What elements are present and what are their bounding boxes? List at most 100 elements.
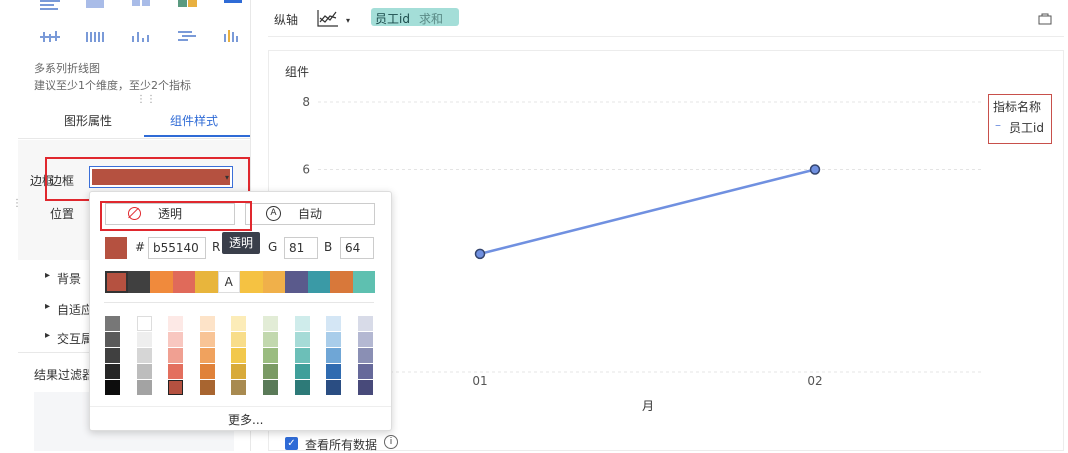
theme-color-swatch[interactable] bbox=[285, 271, 308, 293]
shade-color-swatch[interactable] bbox=[357, 348, 373, 363]
tree-item-adaptive[interactable]: 自适应 bbox=[45, 301, 93, 318]
shade-color-swatch[interactable] bbox=[294, 348, 310, 363]
info-icon[interactable]: i bbox=[384, 435, 398, 449]
active-tab-indicator bbox=[144, 135, 250, 137]
more-colors-link[interactable]: 更多... bbox=[228, 411, 263, 428]
chart-type-multi-bar-icon[interactable] bbox=[224, 30, 244, 44]
chart-type-number-icon[interactable] bbox=[224, 0, 244, 14]
shade-color-swatch[interactable] bbox=[136, 316, 152, 331]
shade-color-swatch[interactable] bbox=[231, 364, 247, 379]
auto-label: 自动 bbox=[297, 207, 322, 221]
shade-color-swatch[interactable] bbox=[231, 316, 247, 331]
shade-color-swatch[interactable] bbox=[294, 364, 310, 379]
tree-item-background[interactable]: 背景 bbox=[45, 270, 81, 287]
shade-color-swatch[interactable] bbox=[199, 380, 215, 395]
shade-color-swatch[interactable] bbox=[136, 348, 152, 363]
auto-icon: A bbox=[266, 206, 281, 221]
show-all-data-label: 查看所有数据 bbox=[305, 438, 378, 452]
hex-input[interactable]: b55140 bbox=[148, 237, 206, 259]
auto-button[interactable]: A 自动 bbox=[245, 203, 375, 225]
drag-handle-icon[interactable]: ⋮⋮ bbox=[136, 94, 156, 105]
chart-type-stacked-icon[interactable] bbox=[86, 0, 106, 14]
theme-color-swatch[interactable] bbox=[262, 271, 285, 293]
shade-color-swatch[interactable] bbox=[136, 332, 152, 347]
shade-color-swatch[interactable] bbox=[105, 316, 120, 331]
shade-color-swatch[interactable] bbox=[326, 380, 342, 395]
theme-color-swatch[interactable] bbox=[172, 271, 195, 293]
tab-graphic-properties[interactable]: 图形属性 bbox=[64, 112, 112, 129]
legend-series-name: 员工id bbox=[1009, 121, 1044, 135]
shade-color-swatch[interactable] bbox=[105, 364, 120, 379]
theme-color-swatch[interactable] bbox=[307, 271, 330, 293]
shade-color-swatch[interactable] bbox=[326, 316, 342, 331]
theme-color-swatch[interactable] bbox=[330, 271, 353, 293]
shade-color-swatch[interactable] bbox=[263, 332, 278, 347]
g-input[interactable]: 81 bbox=[284, 237, 318, 259]
chart-type-bar-icon[interactable] bbox=[40, 0, 60, 14]
shade-color-swatch[interactable] bbox=[357, 316, 373, 331]
theme-color-swatch[interactable] bbox=[352, 271, 375, 293]
shade-color-swatch[interactable] bbox=[199, 316, 215, 331]
style-tabs: 图形属性 组件样式 bbox=[18, 108, 250, 139]
shade-color-swatch[interactable] bbox=[199, 332, 215, 347]
shade-color-swatch[interactable] bbox=[168, 364, 184, 379]
shade-color-swatch[interactable] bbox=[231, 348, 247, 363]
theme-color-swatch[interactable] bbox=[105, 271, 128, 293]
transparent-tooltip: 透明 bbox=[222, 232, 260, 254]
panel-resize-handle-icon[interactable]: ⋮ bbox=[12, 198, 22, 209]
shade-color-swatch[interactable] bbox=[105, 348, 120, 363]
theme-color-swatch[interactable] bbox=[195, 271, 218, 293]
field-pill-employee-id[interactable]: 员工id 求和 bbox=[371, 8, 459, 26]
shade-color-swatch[interactable] bbox=[168, 332, 184, 347]
shade-color-swatch[interactable] bbox=[168, 348, 184, 363]
r-label: R bbox=[212, 240, 221, 254]
shade-color-swatch[interactable] bbox=[326, 364, 342, 379]
shade-color-swatch[interactable] bbox=[136, 380, 152, 395]
tab-component-style[interactable]: 组件样式 bbox=[170, 112, 218, 129]
chevron-down-icon[interactable]: ▾ bbox=[346, 16, 350, 25]
shade-color-swatch[interactable] bbox=[326, 348, 342, 363]
shade-color-swatch[interactable] bbox=[105, 332, 120, 347]
chart-type-dot-icon[interactable] bbox=[40, 30, 60, 44]
chart-type-histogram-icon[interactable] bbox=[132, 30, 152, 44]
shade-color-swatch[interactable] bbox=[105, 380, 120, 395]
data-point bbox=[474, 248, 486, 260]
shade-color-swatch[interactable] bbox=[263, 364, 278, 379]
legend-line-marker: – bbox=[995, 118, 1001, 132]
shade-color-swatch[interactable] bbox=[263, 380, 278, 395]
shade-color-swatch[interactable] bbox=[168, 380, 184, 395]
lock-icon[interactable] bbox=[1038, 11, 1052, 25]
shade-color-swatch[interactable] bbox=[136, 364, 152, 379]
chart-type-gantt-icon[interactable] bbox=[178, 30, 198, 44]
shade-color-swatch[interactable] bbox=[168, 316, 184, 331]
color-picker-popup: 透明 A 自动 # b55140 R G 81 B 64 A 更多... bbox=[89, 191, 392, 431]
shade-color-swatch[interactable] bbox=[294, 380, 310, 395]
theme-color-swatch[interactable] bbox=[150, 271, 173, 293]
popup-divider bbox=[104, 302, 374, 303]
shade-color-swatch[interactable] bbox=[294, 316, 310, 331]
shade-color-swatch[interactable] bbox=[357, 364, 373, 379]
chart-type-grouped-bar-icon[interactable] bbox=[86, 30, 106, 44]
hex-hash: # bbox=[135, 240, 146, 254]
chart-type-treemap-icon[interactable] bbox=[178, 0, 198, 14]
shade-color-swatch[interactable] bbox=[294, 332, 310, 347]
show-all-data-checkbox[interactable]: ✓ bbox=[285, 437, 298, 450]
line-chart-icon[interactable] bbox=[316, 8, 342, 30]
shade-color-swatch[interactable] bbox=[199, 364, 215, 379]
result-filter-label: 结果过滤器 bbox=[34, 368, 95, 382]
shade-color-swatch[interactable] bbox=[263, 316, 278, 331]
data-point bbox=[809, 164, 821, 175]
b-input[interactable]: 64 bbox=[340, 237, 374, 259]
chart-type-column-icon[interactable] bbox=[132, 0, 152, 14]
shade-color-swatch[interactable] bbox=[263, 348, 278, 363]
shade-color-swatch[interactable] bbox=[231, 332, 247, 347]
shade-color-swatch[interactable] bbox=[231, 380, 247, 395]
theme-color-swatch[interactable] bbox=[240, 271, 263, 293]
shade-color-swatch[interactable] bbox=[199, 348, 215, 363]
shade-color-swatch[interactable] bbox=[357, 380, 373, 395]
theme-color-swatch[interactable]: A bbox=[217, 271, 240, 293]
theme-color-swatch[interactable] bbox=[127, 271, 150, 293]
tree-item-interaction[interactable]: 交互属 bbox=[45, 330, 93, 347]
shade-color-swatch[interactable] bbox=[357, 332, 373, 347]
shade-color-swatch[interactable] bbox=[326, 332, 342, 347]
